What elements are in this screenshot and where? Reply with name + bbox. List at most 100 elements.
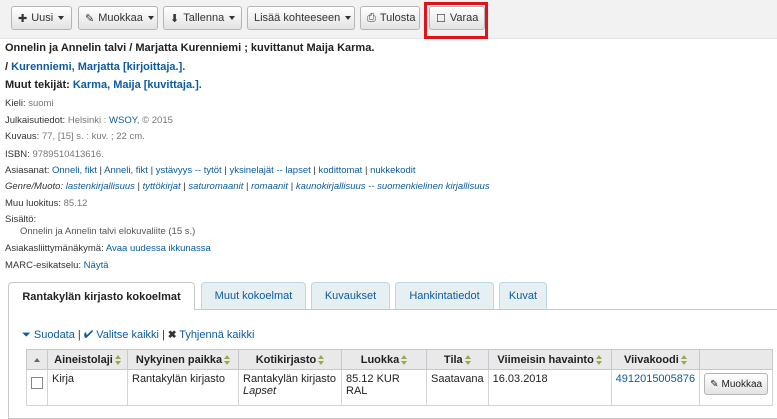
home-library: Rantakylän kirjasto: [243, 373, 336, 385]
home-library-cell: Rantakylän kirjasto Lapset: [238, 369, 342, 406]
genre-label: Genre/Muoto:: [5, 181, 66, 192]
add-to-button-label: Lisää kohteeseen: [254, 12, 341, 24]
caret-down-icon: [58, 16, 65, 20]
download-icon: ⬇: [170, 12, 180, 25]
barcode-link[interactable]: 4912015005876: [616, 373, 696, 385]
other-authors-link[interactable]: Karma, Maija [kuvittaja.].: [73, 79, 202, 91]
tab-other-holdings[interactable]: Muut kokoelmat: [201, 282, 306, 309]
last-seen: 16.03.2018: [487, 369, 612, 406]
edit-button-label: Muokkaa: [98, 12, 143, 24]
column-header-label: Viivakoodi: [623, 353, 679, 366]
edit-item-label: Muokkaa: [721, 378, 763, 390]
description-label: Kuvaus:: [5, 131, 42, 142]
subject-link[interactable]: nukkekodit: [370, 165, 415, 176]
subject-link[interactable]: Onneli, fikt: [52, 165, 97, 176]
filter-label: Suodata: [33, 329, 75, 341]
add-to-button[interactable]: Lisää kohteeseen: [247, 6, 355, 30]
column-header[interactable]: Viimeisin havainto: [487, 349, 612, 370]
check-icon: ✔: [83, 329, 94, 341]
genre-link[interactable]: tyttökirjat: [143, 181, 181, 192]
pencil-icon: ✎: [710, 378, 719, 390]
actions-column-header: [699, 349, 774, 370]
toolbar: ✚ Uusi ✎ Muokkaa ⬇ Tallenna Lisää kohteesee…: [0, 0, 777, 39]
tab-descriptions[interactable]: Kuvaukset: [311, 282, 390, 309]
marc-link[interactable]: Näytä: [84, 260, 109, 271]
column-header[interactable]: Luokka: [341, 349, 427, 370]
publisher-link[interactable]: WSOY: [109, 115, 137, 126]
caret-down-icon: [345, 16, 352, 20]
author-link[interactable]: Kurenniemi, Marjatta [kirjoittaja.].: [11, 61, 185, 73]
marc-label: MARC-esikatselu:: [5, 260, 84, 271]
new-button-label: Uusi: [31, 12, 54, 24]
clear-all-label: Tyhjennä kaikki: [179, 329, 255, 341]
save-button-label: Tallenna: [183, 12, 225, 24]
other-class-label: Muu luokitus:: [5, 198, 64, 209]
column-header-label: Viimeisin havainto: [497, 353, 594, 366]
published-label: Julkaisutiedot:: [5, 115, 68, 126]
language-row: Kieli: suomi: [5, 98, 54, 109]
holdings-table: Aineistolaji Nykyinen paikka Kotikirjast…: [26, 349, 774, 406]
column-header[interactable]: Tila: [426, 349, 489, 370]
caret-down-icon: [229, 16, 236, 20]
opac-link[interactable]: Avaa uudessa ikkunassa: [106, 243, 211, 254]
tab-local-holdings[interactable]: Rantakylän kirjasto kokoelmat: [8, 282, 195, 310]
column-header[interactable]: Kotikirjasto: [238, 349, 342, 370]
isbn-value: 9789510413616.: [32, 149, 104, 160]
select-all-link[interactable]: ✔ Valitse kaikki: [84, 329, 159, 341]
save-button[interactable]: ⬇ Tallenna: [163, 6, 242, 30]
language-label: Kieli:: [5, 98, 29, 109]
column-header-label: Tila: [443, 353, 463, 366]
item-type: Kirja: [47, 369, 128, 406]
tab-images[interactable]: Kuvat: [499, 282, 547, 309]
clear-all-link[interactable]: ✖ Tyhjennä kaikki: [168, 329, 254, 341]
subjects-row: Asiasanat: Onneli, fikt | Anneli, fikt |…: [5, 165, 416, 176]
other-authors-label: Muut tekijät:: [5, 79, 73, 91]
sort-icon: [318, 354, 325, 365]
contents-label: Sisältö:: [5, 214, 37, 225]
genre-link[interactable]: lastenkirjallisuus: [66, 181, 135, 192]
sort-icon: [224, 354, 231, 365]
printer-icon: ⎙: [367, 11, 376, 24]
close-icon: ✖: [167, 329, 177, 341]
table-row: Kirja Rantakylän kirjasto Rantakylän kir…: [26, 369, 774, 406]
description-value: 77, [15] s. : kuv. ; 22 cm.: [41, 131, 145, 142]
record-other-authors: Muut tekijät: Karma, Maija [kuvittaja.].: [5, 79, 202, 91]
column-header-label: Aineistolaji: [54, 353, 113, 366]
subject-link[interactable]: ystävyys -- tytöt: [156, 165, 222, 176]
record-title: Onnelin ja Annelin talvi / Marjatta Kure…: [5, 42, 375, 54]
row-select-checkbox[interactable]: [31, 377, 43, 389]
filter-icon: ⏷: [22, 329, 31, 341]
column-header[interactable]: Aineistolaji: [47, 349, 128, 370]
pencil-icon: ✎: [85, 12, 95, 25]
subject-link[interactable]: kodittomat: [319, 165, 363, 176]
published-row: Julkaisutiedot: Helsinki : WSOY, © 2015: [5, 115, 173, 126]
language-value: suomi: [28, 98, 54, 109]
print-button[interactable]: ⎙ Tulosta: [360, 6, 420, 30]
subject-link[interactable]: Anneli, fikt: [104, 165, 148, 176]
genre-link[interactable]: romaanit: [251, 181, 288, 192]
current-location: Rantakylän kirjasto: [127, 369, 239, 406]
opac-row: Asiakasliittymänäkymä: Avaa uudessa ikku…: [5, 243, 211, 254]
subject-link[interactable]: yksinelajät -- lapset: [229, 165, 310, 176]
record-author: / Kurenniemi, Marjatta [kirjoittaja.].: [5, 61, 185, 73]
sort-up-icon: [34, 357, 40, 362]
column-header[interactable]: Viivakoodi: [610, 349, 701, 370]
genre-link[interactable]: kaunokirjallisuus -- suomenkielinen kirj…: [296, 181, 490, 192]
item-status: Saatavana: [426, 369, 489, 406]
marc-row: MARC-esikatselu: Näytä: [5, 260, 109, 271]
other-class-row: Muu luokitus: 85.12: [5, 198, 87, 209]
item-actions-cell: ✎ Muokkaa: [699, 369, 774, 406]
column-header[interactable]: Nykyinen paikka: [127, 349, 239, 370]
edit-item-button[interactable]: ✎ Muokkaa: [704, 373, 769, 395]
sort-icon: [464, 354, 471, 365]
select-column-header[interactable]: [26, 349, 48, 370]
tab-acquisitions[interactable]: Hankintatiedot: [395, 282, 494, 309]
sort-icon: [595, 354, 602, 365]
sort-icon: [114, 354, 121, 365]
home-location: Lapset: [243, 385, 277, 397]
edit-button[interactable]: ✎ Muokkaa: [78, 6, 158, 30]
genre-link[interactable]: saturomaanit: [188, 181, 243, 192]
subjects-label: Asiasanat:: [5, 165, 52, 176]
new-button[interactable]: ✚ Uusi: [11, 6, 72, 30]
filter-link[interactable]: ⏷ Suodata: [22, 329, 75, 341]
